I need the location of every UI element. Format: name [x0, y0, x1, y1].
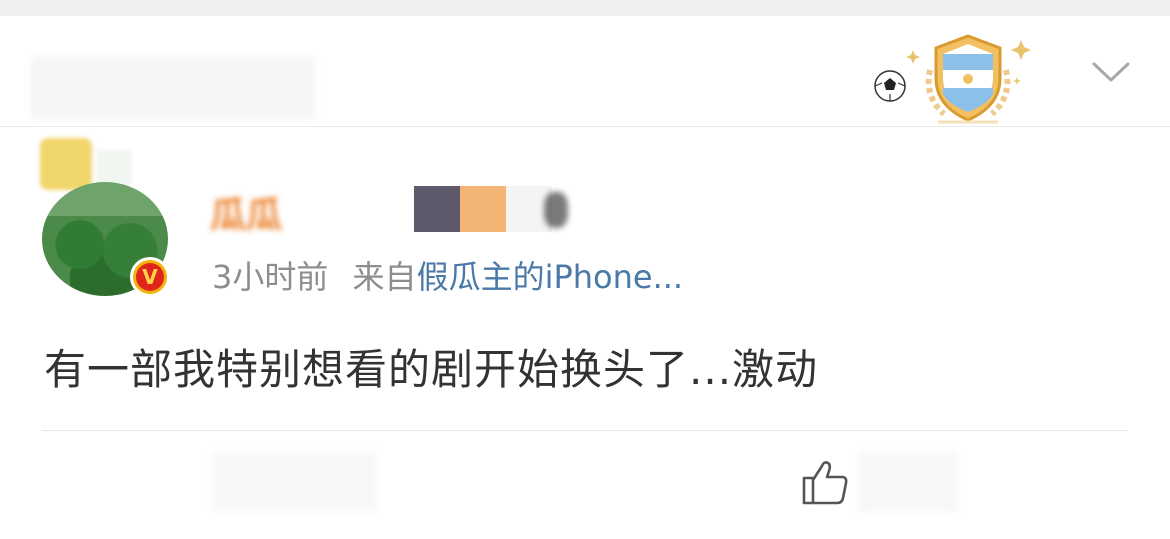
post-source-link[interactable]: 假瓜主的iPhone...	[417, 258, 684, 296]
username-pixelation	[414, 186, 460, 232]
status-strip	[0, 0, 1170, 16]
post-meta: 3小时前 来自假瓜主的iPhone...	[212, 252, 683, 298]
username-pixelation	[544, 192, 568, 228]
argentina-football-fan-badge-icon[interactable]	[868, 30, 1038, 126]
post-timestamp: 3小时前	[212, 258, 329, 296]
chevron-down-icon[interactable]	[1090, 56, 1132, 86]
redacted-action	[212, 452, 377, 512]
username-blurred: 瓜瓜	[210, 195, 283, 236]
verified-badge-icon: V	[130, 257, 170, 297]
username-mask	[290, 186, 430, 232]
username-pixelation	[460, 186, 506, 232]
post-content: 有一部我特别想看的剧开始换头了...激动	[44, 345, 819, 394]
thumbs-up-icon[interactable]	[800, 458, 850, 506]
avatar-decoration	[40, 138, 92, 190]
avatar-decoration	[96, 150, 132, 186]
redacted-action	[858, 452, 958, 512]
divider	[42, 430, 1128, 431]
verified-badge-letter: V	[136, 263, 164, 291]
redacted-title	[30, 56, 315, 120]
post-source-prefix: 来自	[352, 258, 417, 296]
